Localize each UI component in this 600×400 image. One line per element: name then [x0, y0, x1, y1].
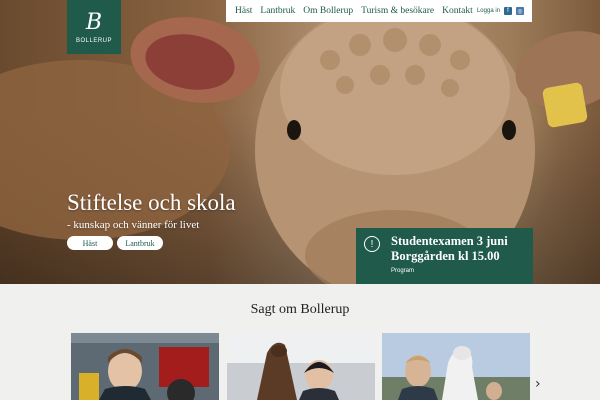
- login-link[interactable]: Logga in: [477, 8, 500, 14]
- logo-text: BOLLERUP: [75, 38, 112, 44]
- bollerup-logo[interactable]: B BOLLERUP: [67, 0, 121, 54]
- testimonial-card-3[interactable]: [382, 333, 530, 400]
- instagram-icon[interactable]: ◎: [516, 7, 524, 15]
- event-box[interactable]: ! Studentexamen 3 juni Borggården kl 15.…: [356, 228, 533, 284]
- tag-button-lantbruk[interactable]: Lantbruk: [117, 236, 163, 250]
- testimonial-card-2[interactable]: [227, 333, 375, 400]
- event-title: Studentexamen 3 juni Borggården kl 15.00: [391, 234, 508, 263]
- alert-icon: !: [364, 236, 380, 252]
- testimonial-photo-man-white-horse: [382, 333, 530, 400]
- testimonial-photo-student-tractor: [71, 333, 219, 400]
- section-title: Sagt om Bollerup: [250, 302, 350, 317]
- hero-title: Stiftelse och skola: [67, 190, 236, 215]
- testimonial-photo-rider-horse: [227, 333, 375, 400]
- testimonial-card-1[interactable]: [71, 333, 219, 400]
- nav-item-hast[interactable]: Häst: [235, 6, 252, 16]
- chevron-right-icon[interactable]: ›: [535, 376, 547, 392]
- nav-item-turism[interactable]: Turism & besökare: [361, 6, 434, 16]
- nav-item-kontakt[interactable]: Kontakt: [442, 6, 473, 16]
- event-program-link[interactable]: Program: [391, 268, 414, 274]
- top-navigation: Häst Lantbruk Om Bollerup Turism & besök…: [226, 0, 532, 22]
- hero-subtitle: - kunskap och vänner för livet: [67, 219, 200, 231]
- logo-mark: B: [85, 10, 103, 35]
- facebook-icon[interactable]: f: [504, 7, 512, 15]
- nav-item-lantbruk[interactable]: Lantbruk: [260, 6, 295, 16]
- tag-button-hast[interactable]: Häst: [67, 236, 113, 250]
- nav-item-om-bollerup[interactable]: Om Bollerup: [303, 6, 353, 16]
